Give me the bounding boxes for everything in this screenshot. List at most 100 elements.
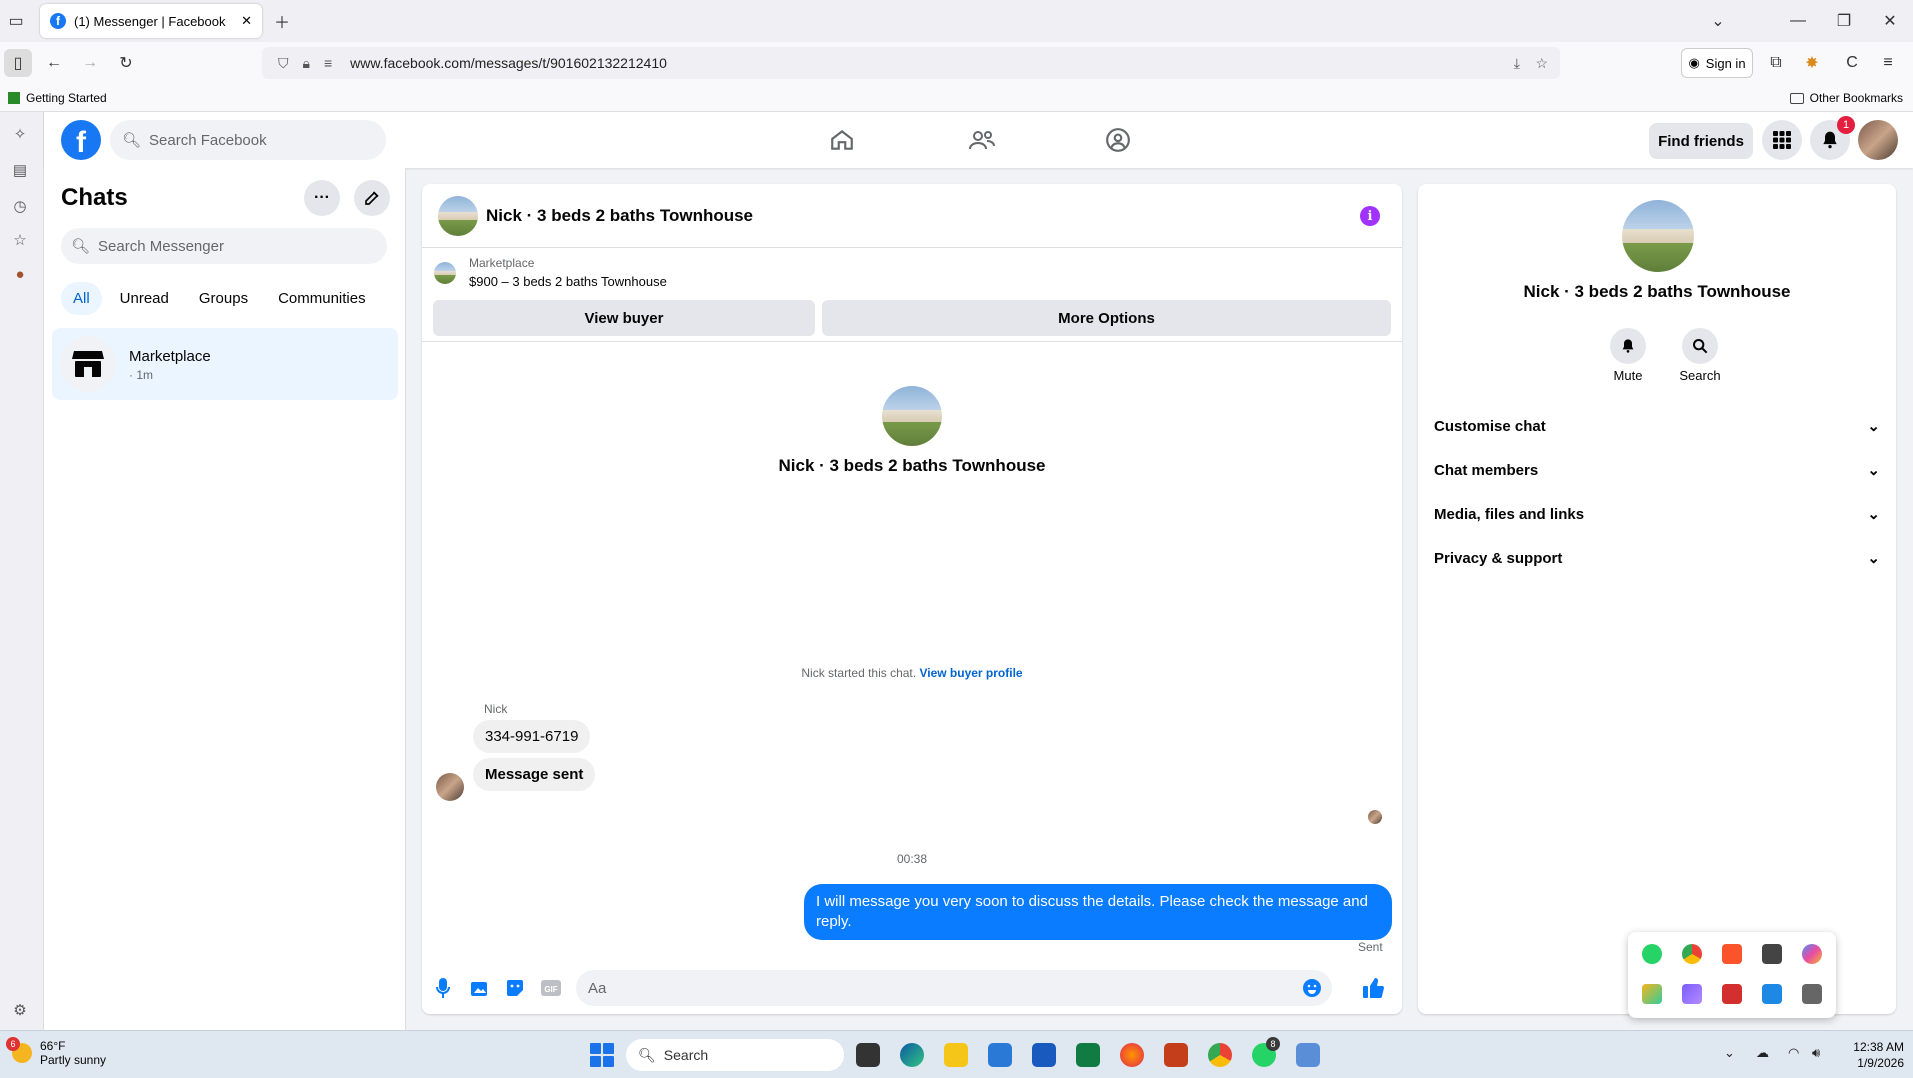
- listing-thumbnail[interactable]: [438, 196, 478, 236]
- incoming-message[interactable]: 334-991-6719: [473, 720, 591, 753]
- find-friends-button[interactable]: Find friends: [1649, 123, 1753, 159]
- accordion-customise-chat[interactable]: Customise chat ⌄: [1434, 408, 1880, 444]
- chrome-icon[interactable]: [1208, 1043, 1232, 1067]
- more-options-icon[interactable]: ···: [304, 180, 340, 216]
- chevron-down-icon[interactable]: ⌄: [1704, 7, 1732, 35]
- accordion-chat-members[interactable]: Chat members ⌄: [1434, 452, 1880, 488]
- whatsapp-icon[interactable]: 8: [1252, 1037, 1280, 1067]
- whatsapp-tray-icon[interactable]: [1642, 944, 1662, 964]
- eject-tray-icon[interactable]: [1802, 984, 1822, 1004]
- clock[interactable]: 12:38 AM 1/9/2026: [1838, 1039, 1904, 1071]
- firefox-icon[interactable]: [1120, 1043, 1144, 1067]
- filter-unread[interactable]: Unread: [108, 282, 181, 315]
- profile-avatar[interactable]: [1858, 120, 1898, 160]
- onedrive-icon[interactable]: ☁: [1756, 1045, 1769, 1061]
- defender-tray-icon[interactable]: [1762, 984, 1782, 1004]
- chevron-up-icon[interactable]: ⌄: [1724, 1045, 1735, 1061]
- filter-groups[interactable]: Groups: [187, 282, 260, 315]
- reload-icon[interactable]: ↻: [112, 49, 140, 77]
- friends-icon[interactable]: [966, 124, 998, 156]
- accordion-media-files-links[interactable]: Media, files and links ⌄: [1434, 496, 1880, 532]
- photo-icon[interactable]: [468, 977, 490, 999]
- sticker-icon[interactable]: [504, 977, 526, 999]
- browser-tab[interactable]: f (1) Messenger | Facebook ✕: [40, 4, 262, 38]
- back-icon[interactable]: ←: [40, 49, 68, 77]
- bookmark-other[interactable]: Other Bookmarks: [1789, 91, 1903, 105]
- menu-grid-icon[interactable]: [1762, 120, 1802, 160]
- new-tab-icon[interactable]: ＋: [268, 7, 296, 35]
- lock-icon[interactable]: 🔒︎: [303, 55, 310, 72]
- search-messenger-input[interactable]: 🔍︎ Search Messenger: [61, 228, 387, 264]
- filter-communities[interactable]: Communities: [266, 282, 378, 315]
- microphone-icon[interactable]: [432, 977, 454, 999]
- history-icon[interactable]: ◷: [8, 194, 32, 218]
- chrome-tray-icon[interactable]: [1682, 944, 1702, 964]
- facebook-logo-icon[interactable]: f: [61, 120, 101, 160]
- excel-icon[interactable]: [1076, 1043, 1100, 1067]
- new-message-icon[interactable]: [354, 180, 390, 216]
- close-tab-icon[interactable]: ✕: [241, 13, 252, 29]
- info-profile-picture[interactable]: [1622, 200, 1694, 272]
- bookmarks-icon[interactable]: ☆: [8, 228, 32, 252]
- wifi-icon[interactable]: ◠: [1788, 1045, 1799, 1061]
- taskbar-search-input[interactable]: 🔍︎ Search: [626, 1039, 844, 1071]
- app-icon[interactable]: [1296, 1043, 1320, 1067]
- extensions-icon[interactable]: ⧉: [1762, 49, 1790, 77]
- settings-gear-icon[interactable]: ⚙: [8, 998, 32, 1022]
- outgoing-message[interactable]: I will message you very soon to discuss …: [804, 884, 1392, 940]
- conversation-title[interactable]: Nick · 3 beds 2 baths Townhouse: [486, 206, 753, 226]
- extension-c-icon[interactable]: C: [1838, 49, 1866, 77]
- store-icon[interactable]: [988, 1043, 1012, 1067]
- like-thumb-icon[interactable]: [1362, 977, 1384, 999]
- profile-picture[interactable]: [882, 386, 942, 446]
- windows-start-icon[interactable]: [590, 1043, 614, 1067]
- accordion-privacy-support[interactable]: Privacy & support ⌄: [1434, 540, 1880, 576]
- extension-cookie-icon[interactable]: ✸: [1798, 49, 1826, 77]
- home-icon[interactable]: [826, 124, 858, 156]
- weather-widget[interactable]: 6 66°F Partly sunny: [6, 1037, 106, 1067]
- pen-tray-icon[interactable]: [1682, 984, 1702, 1004]
- volume-icon[interactable]: 🔊︎: [1812, 1045, 1820, 1061]
- search-button[interactable]: Search: [1670, 328, 1730, 383]
- tab-list-icon[interactable]: ▭: [2, 7, 30, 35]
- filter-all[interactable]: All: [61, 282, 102, 315]
- chat-list-item[interactable]: Marketplace · 1m: [52, 328, 398, 400]
- minimize-icon[interactable]: —: [1784, 7, 1812, 35]
- shield-icon[interactable]: ⛉: [278, 55, 289, 72]
- info-icon[interactable]: i: [1360, 206, 1380, 226]
- forward-icon[interactable]: →: [76, 49, 104, 77]
- incoming-message[interactable]: Message sent: [473, 758, 596, 791]
- sender-avatar[interactable]: [436, 773, 464, 801]
- sidebar-toggle-icon[interactable]: ▯: [4, 49, 32, 77]
- menu-icon[interactable]: ≡: [1874, 49, 1902, 77]
- message-input[interactable]: Aa: [576, 970, 1332, 1006]
- url-text[interactable]: www.facebook.com/messages/t/901602132212…: [350, 55, 667, 71]
- app-tray-icon[interactable]: [1642, 984, 1662, 1004]
- file-explorer-icon[interactable]: [944, 1043, 968, 1067]
- groups-icon[interactable]: [1102, 124, 1134, 156]
- brave-tray-icon[interactable]: [1722, 944, 1742, 964]
- url-bar[interactable]: ⛉ 🔒︎ ≡ www.facebook.com/messages/t/90160…: [262, 47, 1560, 79]
- task-view-icon[interactable]: [856, 1043, 880, 1067]
- more-options-button[interactable]: More Options: [822, 300, 1391, 336]
- cookie-icon[interactable]: ●: [8, 262, 32, 286]
- bookmark-getting-started[interactable]: Getting Started: [8, 91, 107, 105]
- sign-in-button[interactable]: ◉ Sign in: [1681, 48, 1753, 78]
- save-page-icon[interactable]: ⤓: [1514, 55, 1520, 72]
- synced-tabs-icon[interactable]: ▤: [8, 158, 32, 182]
- powerpoint-icon[interactable]: [1164, 1043, 1188, 1067]
- copilot-tray-icon[interactable]: [1802, 944, 1822, 964]
- gif-icon[interactable]: GIF: [540, 977, 562, 999]
- view-buyer-button[interactable]: View buyer: [433, 300, 815, 336]
- restore-icon[interactable]: ❐: [1830, 7, 1858, 35]
- listing-title[interactable]: $900 – 3 beds 2 baths Townhouse: [469, 274, 667, 289]
- usb-tray-icon[interactable]: [1762, 944, 1782, 964]
- page-info-icon[interactable]: ≡: [324, 55, 332, 71]
- ai-sparkle-icon[interactable]: ✧: [8, 122, 32, 146]
- facebook-search-input[interactable]: 🔍︎ Search Facebook: [110, 120, 386, 160]
- bookmark-star-icon[interactable]: ☆: [1535, 55, 1548, 72]
- word-icon[interactable]: [1032, 1043, 1056, 1067]
- close-window-icon[interactable]: ✕: [1876, 7, 1904, 35]
- edge-icon[interactable]: [900, 1043, 924, 1067]
- emoji-icon[interactable]: [1302, 978, 1322, 1002]
